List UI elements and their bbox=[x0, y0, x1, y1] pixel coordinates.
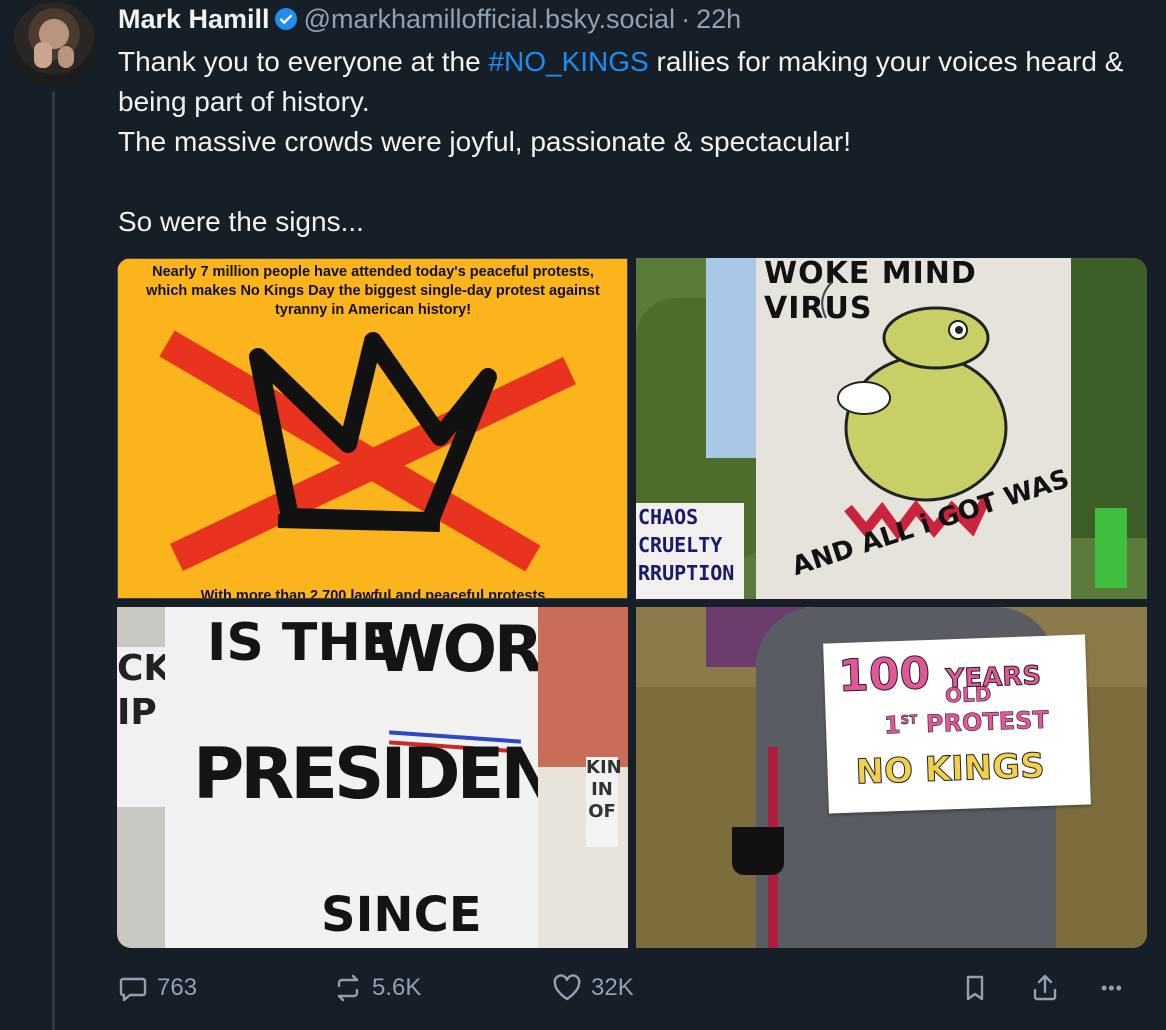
bookmark-button[interactable] bbox=[959, 966, 999, 1010]
post-time[interactable]: 22h bbox=[696, 4, 741, 35]
reply-button[interactable]: 763 bbox=[117, 966, 197, 1010]
more-options-button[interactable]: ••• bbox=[1101, 966, 1123, 1010]
image-woke-mind-virus[interactable]: WOKE MIND VIRUS AND ALL i GOT WAS CHAOS … bbox=[636, 258, 1147, 599]
share-button[interactable] bbox=[1029, 966, 1069, 1010]
sign-word-since: SINCE bbox=[321, 887, 482, 943]
more-icon: ••• bbox=[1101, 977, 1123, 998]
hashtag-link[interactable]: #NO_KINGS bbox=[488, 46, 648, 77]
post-line-2: The massive crowds were joyful, passiona… bbox=[118, 126, 851, 157]
image-worst-president[interactable]: CK IP IS THE WORST PRESIDENT SINCE KIN I… bbox=[117, 607, 628, 948]
post-text: Thank you to everyone at the #NO_KINGS r… bbox=[118, 42, 1148, 242]
share-icon bbox=[1033, 974, 1057, 1001]
thread-line bbox=[52, 92, 55, 1030]
like-count: 32K bbox=[591, 974, 634, 1001]
post-line-1: Thank you to everyone at the #NO_KINGS r… bbox=[118, 46, 1124, 117]
partial-sign: CK IP bbox=[117, 647, 171, 807]
separator: · bbox=[681, 3, 691, 34]
post-line-3: So were the signs... bbox=[118, 206, 364, 237]
post-actions: 763 5.6K 32K ••• bbox=[117, 966, 1147, 1010]
author-handle[interactable]: @markhamillofficial.bsky.social bbox=[304, 4, 676, 35]
verified-badge-icon bbox=[274, 7, 298, 31]
avatar[interactable] bbox=[12, 2, 96, 86]
repost-button[interactable]: 5.6K bbox=[332, 966, 421, 1010]
side-sign: KIN IN OF bbox=[586, 757, 622, 847]
crossed-crown-icon bbox=[159, 330, 576, 572]
sign-word-is-the: IS THE bbox=[207, 613, 397, 673]
post-header: Mark Hamill @markhamillofficial.bsky.soc… bbox=[118, 2, 741, 36]
image1-footer: With more than 2,700 lawful and peaceful… bbox=[200, 588, 546, 599]
reply-icon bbox=[119, 977, 147, 1002]
reply-count: 763 bbox=[157, 974, 198, 1001]
bookmark-icon bbox=[966, 975, 984, 1001]
heart-icon bbox=[553, 974, 581, 1001]
image-no-kings-crown[interactable]: Nearly 7 million people have attended to… bbox=[117, 258, 628, 599]
like-button[interactable]: 32K bbox=[551, 966, 634, 1010]
chaos-sign: CHAOS CRUELTY RRUPTION bbox=[636, 503, 744, 599]
image-100-years-old[interactable]: 100 YEARS OLD 1ST PROTEST NO KINGS bbox=[636, 607, 1147, 948]
image-grid: Nearly 7 million people have attended to… bbox=[117, 258, 1147, 948]
author-name[interactable]: Mark Hamill bbox=[118, 4, 270, 35]
repost-icon bbox=[337, 974, 359, 1002]
100-years-placard: 100 YEARS OLD 1ST PROTEST NO KINGS bbox=[823, 634, 1091, 814]
repost-count: 5.6K bbox=[372, 974, 422, 1001]
